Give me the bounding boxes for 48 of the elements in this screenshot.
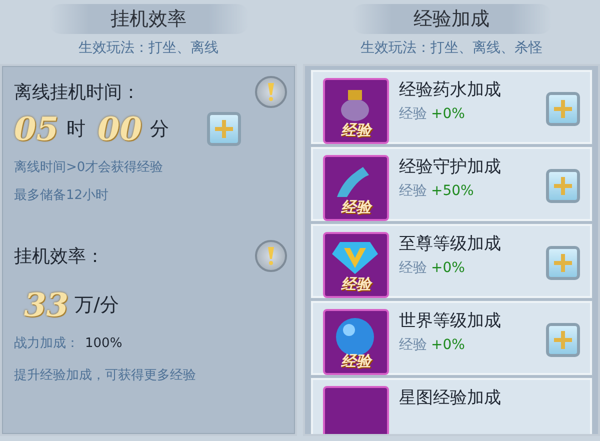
panel-subtitle: 生效玩法：打坐、离线、杀怪 — [360, 39, 542, 57]
bonus-value: +0% — [431, 106, 465, 122]
minutes-value: 00 — [98, 110, 142, 148]
plus-icon — [552, 329, 574, 351]
bonus-name: 星图经验加成 — [399, 387, 502, 409]
add-bonus-button[interactable] — [546, 169, 580, 203]
info-button[interactable] — [255, 240, 287, 272]
bonus-value: +50% — [431, 183, 474, 199]
plus-icon — [552, 98, 574, 120]
power-value: 100% — [85, 336, 122, 350]
bonus-name: 经验药水加成 — [399, 79, 502, 101]
icon-badge-text: 经验 — [341, 198, 371, 217]
note-text: 离线时间>0才会获得经验 — [14, 159, 164, 176]
icon-badge-text: 经验 — [341, 352, 371, 371]
power-label: 战力加成： — [14, 335, 79, 352]
bonus-name: 经验守护加成 — [399, 156, 502, 178]
hours-unit: 时 — [66, 117, 86, 142]
bonus-name: 世界等级加成 — [399, 310, 502, 332]
efficiency-unit: 万/分 — [74, 293, 119, 318]
hours-value: 05 — [14, 110, 59, 148]
efficiency-value: 33 — [24, 286, 69, 324]
section-label: 挂机效率： — [14, 245, 104, 268]
note-text: 最多储备12小时 — [14, 187, 110, 204]
panel-subtitle: 生效玩法：打坐、离线 — [78, 39, 218, 57]
info-button[interactable] — [255, 76, 287, 108]
hint-text: 提升经验加成，可获得更多经验 — [14, 367, 197, 384]
add-time-button[interactable] — [207, 112, 242, 146]
exclamation-icon — [267, 247, 275, 265]
v-gem-icon — [330, 240, 380, 276]
bonus-item-icon — [323, 386, 389, 434]
exclamation-icon — [267, 83, 275, 101]
bonus-value: +0% — [431, 260, 465, 276]
minutes-unit: 分 — [150, 117, 170, 142]
add-bonus-button[interactable] — [546, 92, 580, 126]
icon-badge-text: 经验 — [341, 275, 371, 294]
bonus-stat: 经验 +50% — [399, 182, 475, 200]
bonus-stat: 经验 +0% — [399, 336, 466, 354]
add-bonus-button[interactable] — [546, 246, 580, 280]
bonus-stat: 经验 +0% — [399, 105, 466, 123]
bonus-name: 至尊等级加成 — [399, 233, 502, 255]
add-bonus-button[interactable] — [546, 323, 580, 357]
bonus-stat: 经验 +0% — [399, 259, 466, 277]
icon-badge-text: 经验 — [341, 121, 371, 140]
plus-icon — [552, 252, 574, 274]
plus-icon — [552, 175, 574, 197]
section-label: 离线挂机时间： — [14, 81, 140, 104]
bonus-value: +0% — [431, 337, 465, 353]
plus-icon — [213, 118, 236, 140]
